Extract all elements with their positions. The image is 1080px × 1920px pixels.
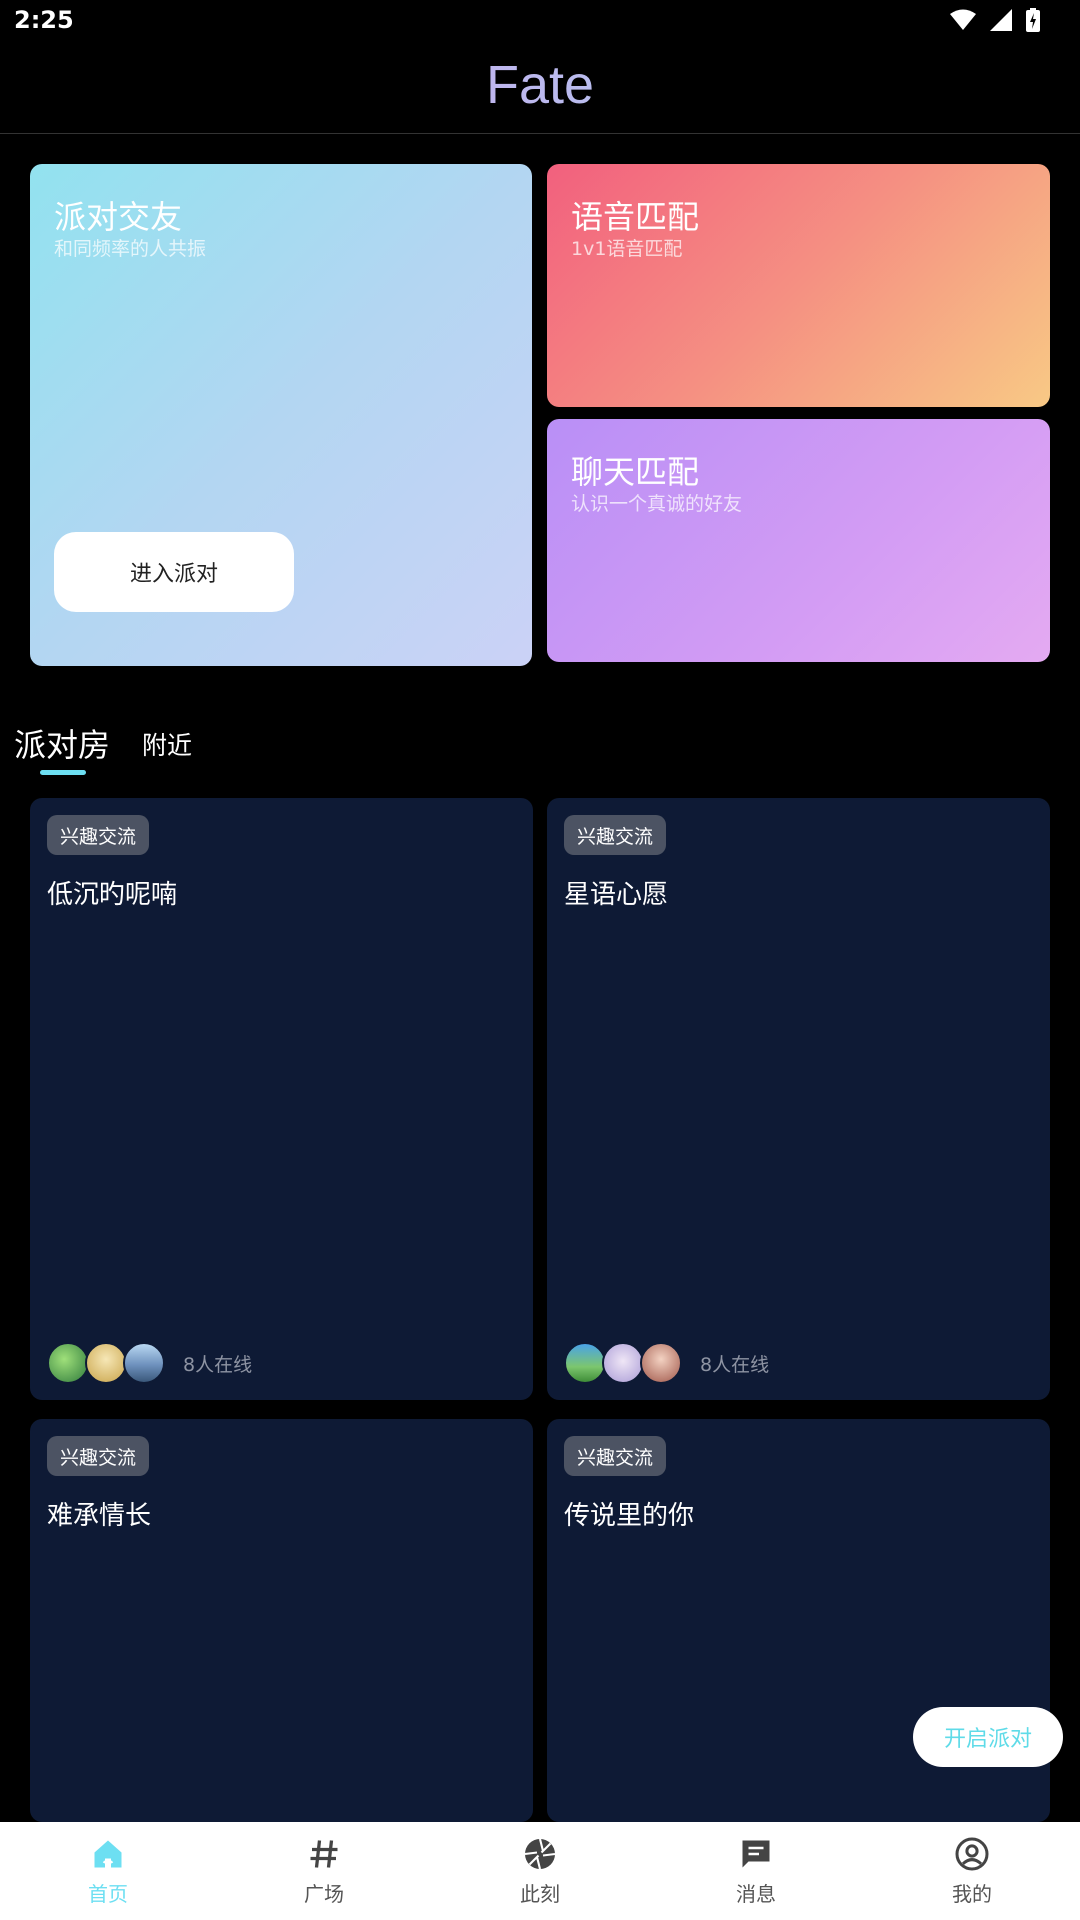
aperture-icon	[524, 1838, 556, 1870]
nav-label: 首页	[88, 1882, 128, 1906]
room-tabs: 派对房 附近	[0, 716, 1080, 786]
avatar	[602, 1342, 644, 1384]
bottom-nav: 首页 广场 此刻 消息 我的	[0, 1822, 1080, 1920]
room-footer: 8人在线	[47, 1342, 252, 1384]
room-card[interactable]: 兴趣交流 低沉旳呢喃 8人在线	[30, 798, 533, 1400]
app-header: Fate	[0, 42, 1080, 134]
room-name: 难承情长	[47, 1501, 152, 1531]
status-bar: 2:25	[0, 0, 1080, 42]
start-party-button[interactable]: 开启派对	[913, 1707, 1063, 1767]
hash-icon	[310, 1840, 338, 1868]
tab-indicator	[40, 770, 86, 775]
home-icon	[94, 1840, 122, 1868]
voice-match-card[interactable]: 语音匹配 1v1语音匹配	[547, 164, 1050, 407]
avatar	[123, 1342, 165, 1384]
party-card-subtitle: 和同频率的人共振	[54, 238, 207, 260]
nav-label: 此刻	[520, 1882, 560, 1906]
message-icon	[742, 1840, 770, 1868]
voice-match-subtitle: 1v1语音匹配	[571, 238, 683, 260]
online-count: 8人在线	[183, 1353, 253, 1376]
room-tag: 兴趣交流	[47, 815, 150, 855]
profile-icon	[955, 1837, 989, 1871]
nav-item-square[interactable]: 广场	[216, 1822, 432, 1920]
room-name: 传说里的你	[564, 1501, 695, 1531]
tab-party-room[interactable]: 派对房	[14, 720, 110, 766]
voice-match-title: 语音匹配	[571, 198, 700, 236]
room-tag: 兴趣交流	[564, 1436, 667, 1476]
avatar	[564, 1342, 606, 1384]
avatar	[47, 1342, 89, 1384]
room-name: 低沉旳呢喃	[47, 880, 178, 910]
signal-icon	[990, 9, 1012, 31]
battery-icon	[1026, 8, 1040, 32]
chat-match-subtitle: 认识一个真诚的好友	[571, 493, 743, 515]
tab-nearby[interactable]: 附近	[142, 726, 192, 762]
app-title: Fate	[0, 54, 1080, 116]
chat-match-card[interactable]: 聊天匹配 认识一个真诚的好友	[547, 419, 1050, 662]
enter-party-button[interactable]: 进入派对	[54, 532, 294, 612]
online-count: 8人在线	[700, 1353, 770, 1376]
status-time: 2:25	[14, 6, 74, 34]
chat-match-title: 聊天匹配	[571, 453, 700, 491]
room-card[interactable]: 兴趣交流 难承情长	[30, 1419, 533, 1822]
room-card[interactable]: 兴趣交流 星语心愿 8人在线	[547, 798, 1050, 1400]
avatar	[85, 1342, 127, 1384]
nav-item-home[interactable]: 首页	[0, 1822, 216, 1920]
nav-item-messages[interactable]: 消息	[648, 1822, 864, 1920]
party-card[interactable]: 派对交友 和同频率的人共振 进入派对	[30, 164, 532, 666]
room-tag: 兴趣交流	[564, 815, 667, 855]
status-icons	[950, 8, 1040, 32]
party-card-title: 派对交友	[54, 198, 183, 236]
avatar-group	[47, 1342, 165, 1384]
nav-item-moment[interactable]: 此刻	[432, 1822, 648, 1920]
avatar	[640, 1342, 682, 1384]
room-tag: 兴趣交流	[47, 1436, 150, 1476]
nav-label: 我的	[952, 1882, 992, 1906]
nav-label: 消息	[736, 1882, 776, 1906]
wifi-icon	[950, 9, 976, 30]
room-footer: 8人在线	[564, 1342, 769, 1384]
avatar-group	[564, 1342, 682, 1384]
room-name: 星语心愿	[564, 880, 669, 910]
nav-label: 广场	[304, 1882, 344, 1906]
nav-item-profile[interactable]: 我的	[864, 1822, 1080, 1920]
